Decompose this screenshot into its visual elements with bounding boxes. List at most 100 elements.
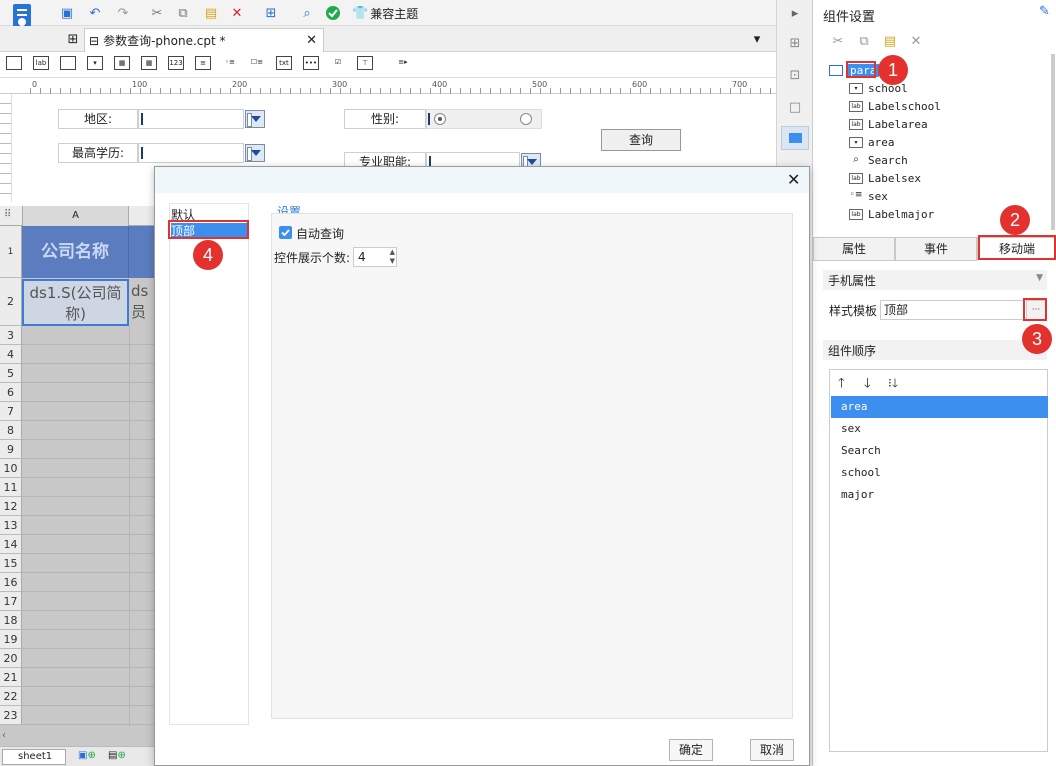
row-header[interactable]: 12: [0, 497, 22, 516]
textarea-widget-icon[interactable]: ≡: [195, 56, 211, 70]
select-all-icon[interactable]: ⠿: [4, 209, 11, 220]
ok-button[interactable]: 确定: [669, 739, 713, 761]
row-header[interactable]: 18: [0, 611, 22, 630]
grid-icon[interactable]: ⊞: [64, 30, 82, 48]
redo-icon[interactable]: ↷: [114, 4, 132, 22]
calendar-widget-icon[interactable]: ▦: [141, 56, 157, 70]
add-sheet-icon[interactable]: ▣⊕: [78, 750, 98, 764]
radio-option-2[interactable]: [520, 113, 532, 125]
search-button[interactable]: 查询: [601, 129, 681, 151]
row-header[interactable]: 5: [0, 364, 22, 383]
tree-item[interactable]: ▾ area: [849, 133, 895, 151]
dialog-close-icon[interactable]: ✕: [787, 170, 800, 189]
pin-icon[interactable]: ✎: [1039, 4, 1050, 19]
area-dropdown-icon[interactable]: [245, 110, 265, 128]
radio-option-1[interactable]: [434, 113, 446, 125]
condition-attr-icon[interactable]: ⊡: [786, 66, 804, 84]
row-header[interactable]: 20: [0, 649, 22, 668]
row-header[interactable]: 19: [0, 630, 22, 649]
cancel-button[interactable]: 取消: [750, 739, 794, 761]
display-count-spinner[interactable]: 4 ▲ ▼: [353, 247, 397, 267]
theme-button[interactable]: 👕 兼容主题: [352, 4, 418, 22]
row-header[interactable]: 1 (H): [0, 226, 22, 309]
close-tab-icon[interactable]: ✕: [306, 33, 317, 48]
spinner-up-icon[interactable]: ▲: [390, 248, 395, 256]
data-cell-a[interactable]: ds1.S(公司简称): [22, 279, 129, 326]
scroll-left-icon[interactable]: ‹: [2, 730, 6, 741]
save-icon[interactable]: ▣: [58, 4, 76, 22]
tree-item[interactable]: lab Labelarea: [849, 115, 928, 133]
checkbox-widget-icon[interactable]: ☑: [330, 56, 346, 70]
sex-radio-group[interactable]: [426, 109, 542, 129]
label-widget-icon[interactable]: lab: [33, 56, 49, 70]
undo-icon[interactable]: ↶: [86, 4, 104, 22]
paste-icon[interactable]: ▤: [881, 32, 899, 50]
row-header[interactable]: 21: [0, 668, 22, 687]
order-item[interactable]: sex: [831, 418, 1048, 440]
order-item[interactable]: major: [831, 484, 1048, 506]
tab-properties[interactable]: 属性: [813, 237, 895, 261]
tree-item[interactable]: lab Labelsex: [849, 169, 921, 187]
school-combo-input[interactable]: [138, 143, 244, 163]
sort-icon[interactable]: ⁝🡓: [888, 374, 898, 395]
mobile-props-header[interactable]: 手机属性 ▼: [823, 270, 1047, 290]
text-widget-icon[interactable]: txt: [276, 56, 292, 70]
header-cell[interactable]: 公司名称: [22, 226, 129, 278]
delete-icon[interactable]: ✕: [228, 4, 246, 22]
copy-icon[interactable]: ⧉: [855, 32, 873, 50]
order-item[interactable]: Search: [831, 440, 1048, 462]
tree-item[interactable]: lab Labelschool: [849, 97, 941, 115]
row-header[interactable]: 4: [0, 345, 22, 364]
number-widget-icon[interactable]: 123: [168, 56, 184, 70]
more-widgets-icon[interactable]: ≡▸: [392, 56, 414, 70]
cut-icon[interactable]: ✂: [829, 32, 847, 50]
editor-tab[interactable]: ⊟ 参数查询-phone.cpt * ✕: [84, 28, 324, 52]
password-widget-icon[interactable]: •••: [303, 56, 319, 70]
frame-attr-icon[interactable]: □: [786, 98, 804, 116]
widget-settings-icon[interactable]: [781, 126, 809, 150]
row-header[interactable]: 17: [0, 592, 22, 611]
expand-icon[interactable]: ▾: [748, 30, 766, 48]
find-icon[interactable]: ⌕: [298, 4, 316, 22]
combo-widget-icon[interactable]: ▾: [87, 56, 103, 70]
row-header[interactable]: 13: [0, 516, 22, 535]
row-header[interactable]: 2: [0, 278, 22, 326]
row-header[interactable]: 10: [0, 459, 22, 478]
tree-item[interactable]: ◦≡ sex: [849, 187, 888, 205]
row-header[interactable]: 23: [0, 706, 22, 725]
cut-icon[interactable]: ✂: [148, 4, 166, 22]
copy-icon[interactable]: ⧉: [174, 4, 192, 22]
row-header[interactable]: 7: [0, 402, 22, 421]
style-template-field[interactable]: 顶部: [880, 300, 1024, 320]
check-icon[interactable]: [324, 4, 342, 22]
row-header[interactable]: 16: [0, 573, 22, 592]
radio-widget-icon[interactable]: ◦≡: [222, 56, 238, 70]
move-up-icon[interactable]: 🡑: [838, 374, 845, 396]
auto-query-checkbox[interactable]: [279, 226, 292, 239]
column-header-a[interactable]: A: [22, 206, 129, 226]
spinner-down-icon[interactable]: ▼: [390, 257, 395, 265]
tab-events[interactable]: 事件: [895, 237, 977, 261]
paste-icon[interactable]: ▤: [202, 4, 220, 22]
order-item[interactable]: school: [831, 462, 1048, 484]
sheet-tab[interactable]: sheet1: [2, 749, 66, 765]
date-widget-icon[interactable]: ▦: [114, 56, 130, 70]
row-header[interactable]: 14: [0, 535, 22, 554]
row-header[interactable]: 15: [0, 554, 22, 573]
cell-attr-icon[interactable]: ⊞: [786, 34, 804, 52]
move-down-icon[interactable]: 🡓: [864, 374, 871, 396]
row-header[interactable]: 22: [0, 687, 22, 706]
collapse-arrow-icon[interactable]: ▸: [786, 4, 804, 22]
preview-icon[interactable]: ⊞: [262, 4, 280, 22]
row-header[interactable]: 6: [0, 383, 22, 402]
textfield-widget-icon[interactable]: [6, 56, 22, 70]
delete-icon[interactable]: ✕: [907, 32, 925, 50]
button-widget-icon[interactable]: [60, 56, 76, 70]
checkbox-group-icon[interactable]: ☐≡: [249, 56, 265, 70]
tree-item[interactable]: lab Labelmajor: [849, 205, 934, 223]
order-item[interactable]: area: [831, 396, 1048, 418]
row-header[interactable]: 3: [0, 326, 22, 345]
add-form-icon[interactable]: ▤⊕: [108, 750, 128, 764]
row-header[interactable]: 11: [0, 478, 22, 497]
tree-item[interactable]: ⌕ Search: [849, 151, 908, 169]
